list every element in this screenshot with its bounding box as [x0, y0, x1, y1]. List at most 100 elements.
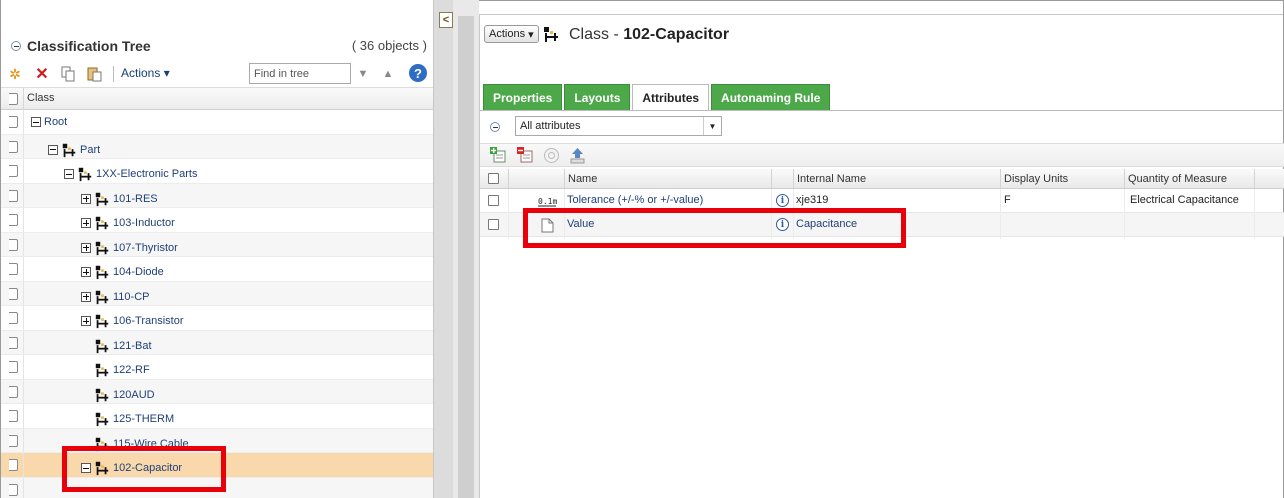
paste-icon[interactable] — [87, 66, 103, 82]
class-node-icon — [95, 192, 109, 206]
row-checkbox[interactable] — [9, 165, 18, 177]
info-icon[interactable]: i — [776, 194, 789, 207]
copy-icon[interactable] — [60, 66, 76, 82]
collapse-icon[interactable] — [31, 117, 41, 127]
tree-row[interactable]: 102-Capacitor — [1, 453, 433, 478]
tree-node-label[interactable]: 101-RES — [113, 193, 158, 205]
delete-icon[interactable]: ✕ — [34, 66, 50, 83]
panel-splitter[interactable] — [433, 0, 453, 498]
tree-row[interactable]: 107-Thyristor — [1, 232, 433, 257]
table-row[interactable]: 0.1m Tolerance (+/-% or +/-value) i xje3… — [480, 189, 1284, 213]
tree-row[interactable]: Root — [1, 110, 433, 135]
tree-row[interactable]: 120AUD — [1, 379, 433, 404]
vertical-scrollbar[interactable] — [458, 16, 474, 498]
tab-properties[interactable]: Properties — [483, 84, 563, 110]
tab-attributes[interactable]: Attributes — [632, 84, 710, 111]
collapse-icon[interactable] — [64, 169, 74, 179]
tree-node-label[interactable]: 120AUD — [113, 389, 155, 401]
internal-name-column-header[interactable]: Internal Name — [793, 169, 1000, 189]
expand-icon[interactable] — [81, 242, 91, 253]
attribute-filter-select[interactable]: All attributes ▼ — [515, 116, 722, 136]
tree-node-label[interactable]: 102-Capacitor — [113, 462, 182, 474]
tree-row[interactable]: 106-Transistor — [1, 306, 433, 331]
row-checkbox[interactable] — [9, 459, 18, 471]
tree-node-label[interactable]: 1XX-Electronic Parts — [96, 168, 197, 180]
row-checkbox[interactable] — [9, 361, 18, 373]
row-checkbox[interactable] — [9, 410, 18, 422]
row-checkbox[interactable] — [488, 195, 499, 206]
expand-icon[interactable] — [81, 267, 91, 277]
quantity-column-header[interactable]: Quantity of Measure — [1124, 169, 1254, 189]
class-node-icon — [95, 241, 109, 255]
help-icon[interactable]: ? — [409, 64, 427, 82]
row-checkbox[interactable] — [9, 385, 18, 398]
tree-row[interactable]: 101-RES — [1, 183, 433, 208]
row-checkbox[interactable] — [9, 238, 18, 251]
tree-node-label[interactable]: 106-Transistor — [113, 315, 184, 327]
svg-text:0.1m: 0.1m — [538, 197, 557, 206]
tree-row[interactable]: 121-Bat — [1, 330, 433, 355]
name-column-header[interactable]: Name — [564, 169, 771, 189]
class-details-panel: Actions ▾ Class - 102-Capacitor Properti… — [479, 14, 1284, 498]
tree-row[interactable]: 115-Wire Cable — [1, 428, 433, 453]
find-next-icon[interactable]: ▼ — [355, 66, 371, 82]
find-previous-icon[interactable]: ▲ — [380, 66, 396, 82]
collapse-section-icon[interactable] — [490, 122, 500, 132]
row-checkbox[interactable] — [9, 434, 18, 447]
row-checkbox[interactable] — [9, 263, 18, 275]
tree-node-label[interactable]: 122-RF — [113, 364, 150, 376]
info-icon[interactable]: i — [776, 218, 789, 231]
tab-autonaming-rule[interactable]: Autonaming Rule — [711, 84, 831, 110]
row-checkbox[interactable] — [9, 214, 18, 226]
display-units-column-header[interactable]: Display Units — [1000, 169, 1124, 189]
attribute-name[interactable]: Value — [564, 213, 597, 237]
select-all-checkbox[interactable] — [9, 93, 18, 105]
find-in-tree-input[interactable] — [249, 63, 351, 84]
row-checkbox[interactable] — [9, 312, 18, 324]
tree-row[interactable]: 104-Diode — [1, 257, 433, 282]
row-checkbox[interactable] — [9, 116, 18, 128]
tree-row[interactable] — [1, 477, 433, 498]
row-checkbox[interactable] — [9, 483, 18, 496]
row-checkbox[interactable] — [9, 189, 18, 202]
tree-row[interactable]: 1XX-Electronic Parts — [1, 159, 433, 184]
tree-node-label[interactable]: Part — [80, 144, 100, 156]
tree-node-label[interactable]: 125-THERM — [113, 413, 174, 425]
class-actions-button[interactable]: Actions ▾ — [484, 25, 539, 43]
tree-row[interactable]: 103-Inductor — [1, 208, 433, 233]
collapse-icon[interactable] — [48, 144, 58, 155]
tree-node-label[interactable]: 121-Bat — [113, 340, 152, 352]
row-checkbox[interactable] — [9, 287, 18, 300]
expand-icon[interactable] — [81, 218, 91, 228]
row-checkbox[interactable] — [9, 140, 18, 153]
add-attribute-icon[interactable] — [490, 147, 507, 164]
tree-row[interactable]: 125-THERM — [1, 404, 433, 429]
tree-row[interactable]: Part — [1, 134, 433, 159]
remove-attribute-icon[interactable] — [517, 147, 534, 164]
collapse-panel-icon[interactable] — [11, 41, 21, 51]
chevron-down-icon[interactable]: ▼ — [703, 117, 721, 135]
tree-row[interactable]: 110-CP — [1, 281, 433, 306]
expand-icon[interactable] — [81, 291, 91, 302]
expand-icon[interactable] — [81, 316, 91, 326]
tree-row[interactable]: 122-RF — [1, 355, 433, 380]
select-all-attributes-checkbox[interactable] — [488, 173, 499, 184]
move-up-icon[interactable] — [569, 147, 586, 164]
tree-node-label[interactable]: 107-Thyristor — [113, 242, 178, 254]
collapse-left-icon[interactable]: < — [439, 12, 453, 28]
row-checkbox[interactable] — [9, 336, 18, 349]
tree-node-label[interactable]: 110-CP — [113, 291, 149, 303]
tree-node-label[interactable]: 103-Inductor — [113, 217, 175, 229]
row-checkbox[interactable] — [488, 219, 499, 230]
tab-layouts[interactable]: Layouts — [564, 84, 631, 110]
tree-node-label[interactable]: Root — [44, 116, 67, 128]
table-row[interactable]: Value i Capacitance — [480, 213, 1284, 237]
attribute-name[interactable]: Tolerance (+/-% or +/-value) — [564, 189, 706, 213]
tree-node-label[interactable]: 104-Diode — [113, 266, 164, 278]
new-class-icon[interactable]: ✲ — [7, 66, 23, 82]
tree-actions-menu[interactable]: Actions ▾ — [121, 66, 170, 80]
expand-icon[interactable] — [81, 193, 91, 204]
tree-node-label[interactable]: 115-Wire Cable — [113, 438, 189, 450]
edit-attribute-icon[interactable] — [543, 147, 560, 164]
collapse-icon[interactable] — [81, 463, 91, 473]
